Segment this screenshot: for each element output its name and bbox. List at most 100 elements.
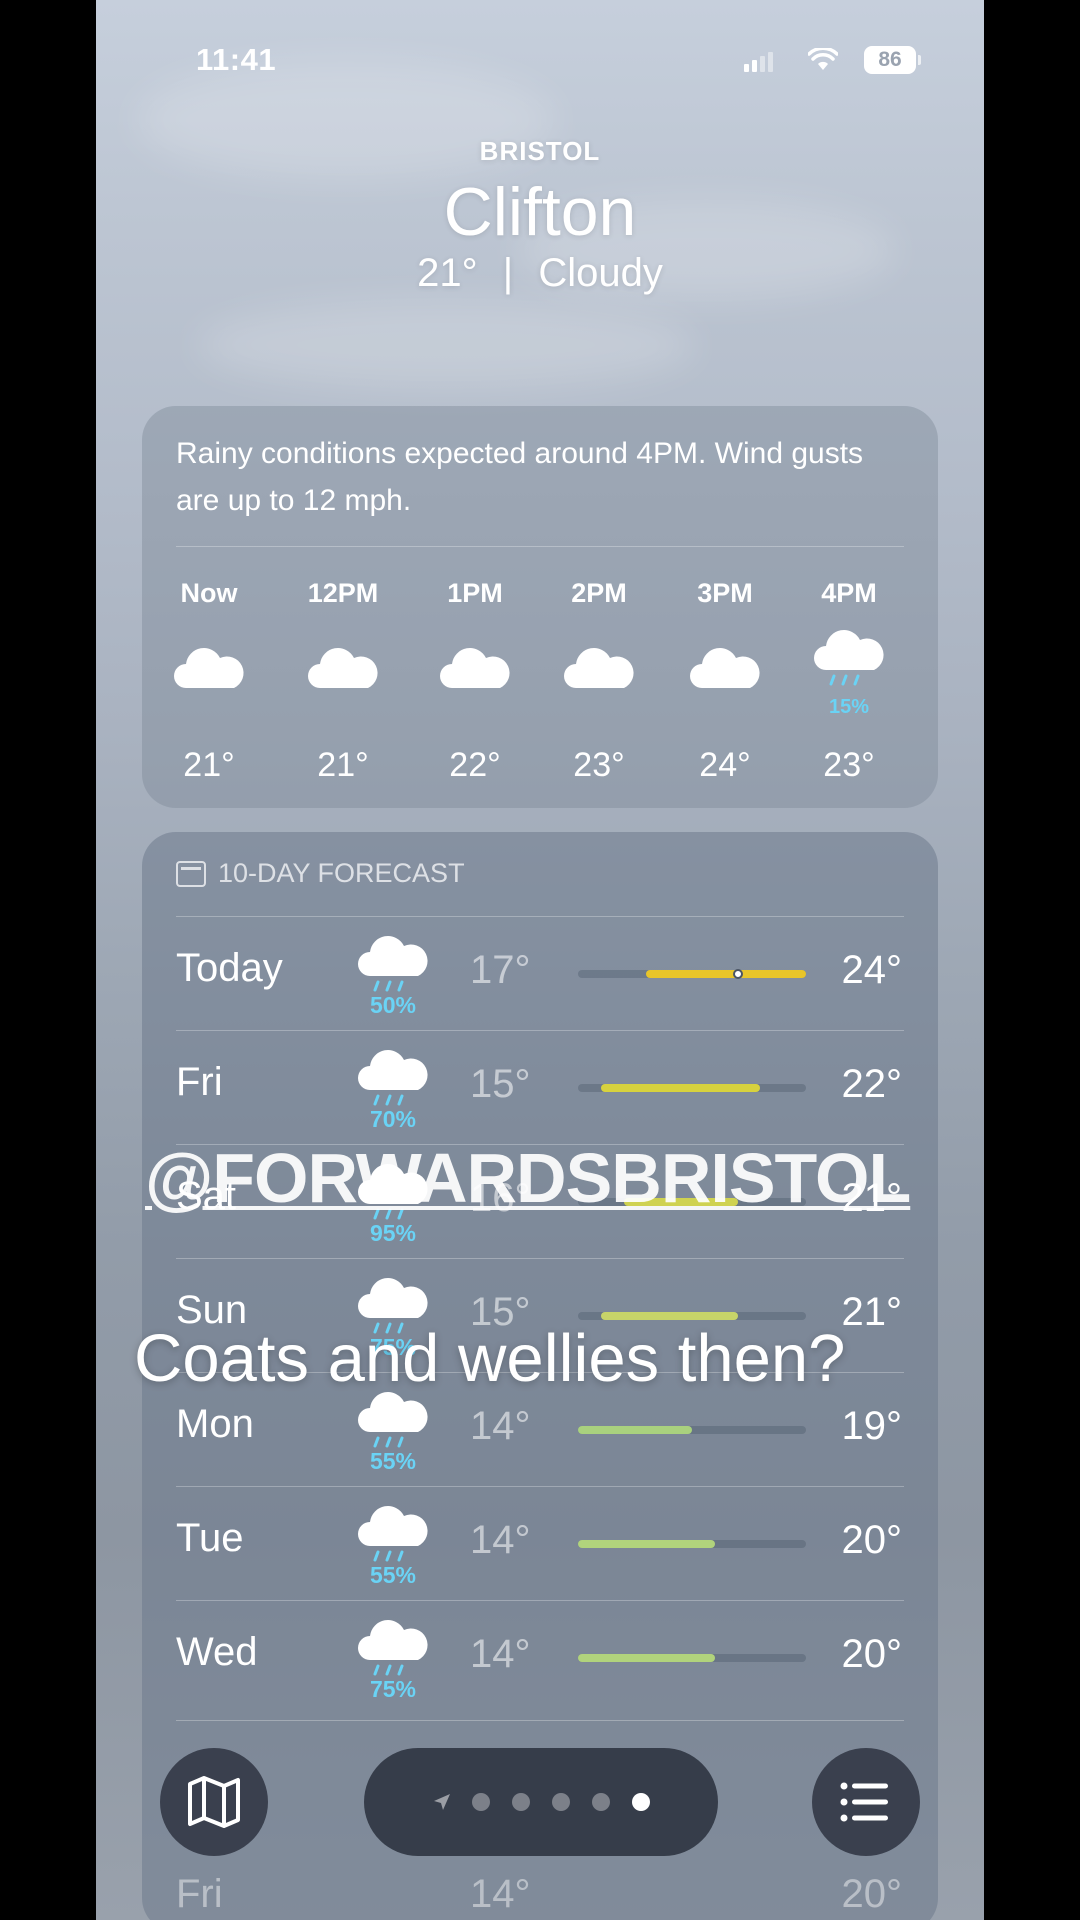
location-page-indicator[interactable]: [364, 1748, 718, 1856]
battery-tip: [918, 55, 921, 65]
battery-indicator: 86: [864, 46, 916, 74]
map-icon: [188, 1776, 240, 1828]
temperature-range-fill: [646, 970, 806, 978]
wifi-icon: [808, 48, 838, 70]
row-divider: [176, 1600, 904, 1601]
page-dot[interactable]: [512, 1793, 530, 1811]
cloud-rain-icon: [794, 620, 904, 690]
calendar-icon: [176, 860, 206, 887]
status-time: 11:41: [196, 42, 277, 77]
day-high-temp: 22°: [841, 1062, 903, 1106]
overlay-handle-text: @FORWARDSBRISTOL: [145, 1139, 911, 1217]
row-divider: [176, 916, 904, 917]
hour-temperature: 24°: [699, 746, 751, 784]
cloud-icon: [420, 638, 530, 708]
summary-separator: |: [502, 251, 514, 295]
location-header: BRISTOL Clifton 21° | Cloudy: [96, 136, 984, 296]
temperature-range-fill: [578, 1540, 715, 1548]
ten-day-header: 10-DAY FORECAST: [176, 858, 465, 889]
temperature-range-bar: [578, 1540, 806, 1548]
row-divider: [176, 1486, 904, 1487]
row-divider: [176, 1030, 904, 1031]
map-button[interactable]: [160, 1748, 268, 1856]
day-name: Fri: [176, 1060, 223, 1104]
hour-label: Now: [180, 578, 238, 608]
cloud-icon: [670, 638, 780, 708]
current-temperature: 21°: [417, 251, 478, 295]
weather-screen: 11:41 86 BRISTOL Clifton 21° | Cloudy Ra…: [96, 0, 984, 1920]
city-name: Clifton: [443, 174, 637, 250]
cloud-rain-icon: [348, 1040, 438, 1110]
hour-temperature: 21°: [183, 746, 235, 784]
day-high-temp: 19°: [841, 1404, 903, 1448]
day-name: Mon: [176, 1402, 254, 1446]
cloud-icon: [544, 638, 654, 708]
hour-temperature: 23°: [573, 746, 625, 784]
hour-label: 2PM: [571, 578, 627, 608]
day-precip-chance: 75%: [369, 1676, 417, 1702]
day-name: Tue: [176, 1516, 244, 1560]
day-row[interactable]: Tue 55% 14° 20°: [142, 1486, 938, 1600]
day-precip-chance: 55%: [369, 1448, 417, 1474]
day-name: Wed: [176, 1630, 258, 1674]
ghost-day-high: 20°: [841, 1872, 903, 1916]
list-icon: [840, 1782, 888, 1822]
overlay-caption-text: Coats and wellies then?: [134, 1321, 846, 1396]
page-dot[interactable]: [472, 1793, 490, 1811]
hour-label: 4PM: [821, 578, 877, 608]
ghost-day-name: Fri: [176, 1872, 223, 1916]
ten-day-title: 10-DAY FORECAST: [218, 858, 465, 888]
day-low-temp: 14°: [470, 1632, 531, 1676]
cloud-rain-icon: [348, 1496, 438, 1566]
hour-temperature: 23°: [823, 746, 875, 784]
day-low-temp: 14°: [470, 1404, 531, 1448]
hourly-forecast-card[interactable]: Rainy conditions expected around 4PM. Wi…: [142, 406, 938, 808]
page-dots[interactable]: [472, 1793, 650, 1811]
current-summary: 21° | Cloudy: [96, 251, 984, 296]
day-precip-chance: 95%: [369, 1220, 417, 1246]
temperature-range-bar: [578, 1654, 806, 1662]
day-precip-chance: 50%: [369, 992, 417, 1018]
day-low-temp: 14°: [470, 1518, 531, 1562]
temperature-range-bar: [578, 1426, 806, 1434]
cloud-rain-icon: [348, 926, 438, 996]
day-low-temp: 17°: [470, 948, 531, 992]
hour-label: 12PM: [307, 578, 379, 608]
temperature-range-fill: [600, 1084, 761, 1092]
day-name: Today: [176, 946, 283, 990]
location-list-button[interactable]: [812, 1748, 920, 1856]
day-high-temp: 20°: [841, 1632, 903, 1676]
cloud-icon: [288, 638, 398, 708]
day-precip-chance: 70%: [369, 1106, 417, 1132]
hour-temperature: 22°: [449, 746, 501, 784]
hour-label: 1PM: [447, 578, 503, 608]
day-row[interactable]: Wed 75% 14° 20°: [142, 1600, 938, 1714]
location-arrow-icon: [434, 1794, 450, 1810]
day-low-temp: 15°: [470, 1062, 531, 1106]
status-bar: 11:41 86: [96, 38, 984, 82]
current-temp-marker: [732, 969, 743, 979]
row-divider: [176, 1258, 904, 1259]
cellular-signal-icon: [744, 52, 773, 72]
page-dot[interactable]: [552, 1793, 570, 1811]
cloud-icon: [154, 638, 264, 708]
forecast-description: Rainy conditions expected around 4PM. Wi…: [176, 437, 864, 517]
day-high-temp: 24°: [841, 948, 903, 992]
temperature-range-bar: [578, 1312, 806, 1320]
day-row[interactable]: Today 50% 17° 24°: [142, 916, 938, 1030]
page-dot[interactable]: [592, 1793, 610, 1811]
row-divider: [176, 1720, 904, 1721]
cloud-rain-icon: [348, 1610, 438, 1680]
hour-temperature: 21°: [317, 746, 369, 784]
day-precip-chance: 55%: [369, 1562, 417, 1588]
card-divider: [176, 546, 904, 547]
temperature-range-fill: [578, 1426, 692, 1434]
current-condition: Cloudy: [538, 251, 663, 295]
temperature-range-fill: [600, 1312, 738, 1320]
page-dot[interactable]: [632, 1793, 650, 1811]
hour-label: 3PM: [697, 578, 753, 608]
ghost-day-low: 14°: [470, 1872, 531, 1916]
temperature-range-bar: [578, 1084, 806, 1092]
day-row[interactable]: Fri 70% 15° 22°: [142, 1030, 938, 1144]
day-high-temp: 20°: [841, 1518, 903, 1562]
